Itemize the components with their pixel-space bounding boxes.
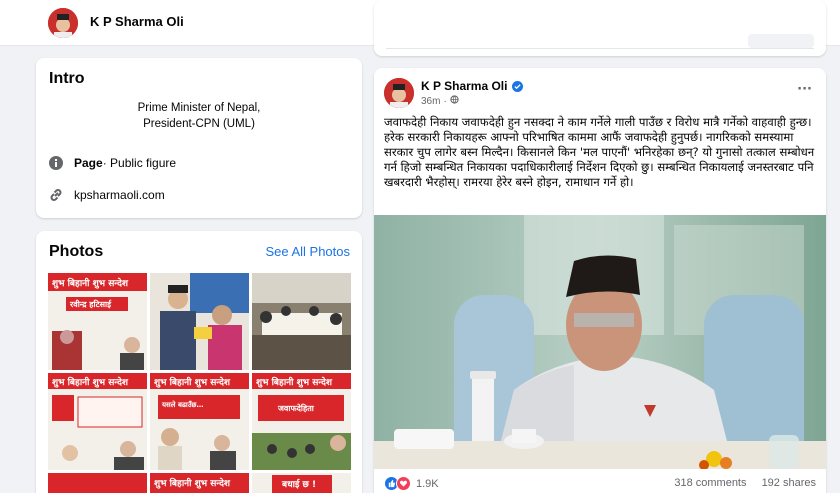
poster-banner: शुभ बिहानी शुभ सन्देश <box>52 378 128 388</box>
post-body: जवाफदेही निकाय जवाफदेही हुन नसक्दा ने का… <box>384 115 816 190</box>
author-name[interactable]: K P Sharma Oli <box>421 79 524 93</box>
photo-thumbnail[interactable]: शुभ बिहानी शुभ सन्देश जवाफदेहिता <box>252 373 351 470</box>
page-name[interactable]: K P Sharma Oli <box>90 14 184 29</box>
separator: · <box>443 95 447 107</box>
photos-title: Photos <box>49 243 104 260</box>
poster-banner: शुभ बिहानी शुभ सन्देश <box>154 479 230 489</box>
page-avatar[interactable] <box>48 8 78 38</box>
author-avatar[interactable] <box>384 78 414 108</box>
reaction-count[interactable]: 1.9K <box>416 478 439 490</box>
engagement-stats: 318 comments 192 shares <box>674 477 816 489</box>
bio-line-2: President-CPN (UML) <box>143 118 255 130</box>
photo-thumbnail[interactable] <box>150 273 249 370</box>
photo-thumbnail[interactable] <box>252 273 351 370</box>
post-options-button[interactable]: ··· <box>797 82 812 97</box>
poster-banner: शुभ बिहानी शुभ सन्देश <box>52 279 128 289</box>
reactions-summary[interactable]: 1.9K <box>384 476 439 491</box>
bio: Prime Minister of Nepal, President-CPN (… <box>36 100 362 132</box>
photos-card: Photos See All Photos शुभ बिहानी शुभ सन्… <box>36 231 362 493</box>
post-video[interactable] <box>374 215 826 469</box>
photo-thumbnail[interactable] <box>48 473 147 493</box>
photo-thumbnail[interactable]: शुभ बिहानी शुभ सन्देश <box>150 473 249 493</box>
website-row[interactable]: kpsharmaoli.com <box>48 186 165 204</box>
photo-thumbnail[interactable]: शुभ बिहानी शुभ सन्देश <box>48 373 147 470</box>
verified-badge-icon <box>512 80 524 92</box>
bio-line-1: Prime Minister of Nepal, <box>137 102 261 114</box>
intro-card: Intro Prime Minister of Nepal, President… <box>36 58 362 218</box>
poster-text: जवाफदेहिता <box>278 404 314 413</box>
photo-thumbnail[interactable]: शुभ बिहानी शुभ सन्देश यसले बढाउँछ… <box>150 373 249 470</box>
comments-count[interactable]: 318 comments <box>674 477 746 489</box>
poster-banner: शुभ बिहानी शुभ सन्देश <box>154 378 230 388</box>
previous-post-action[interactable] <box>748 34 814 48</box>
globe-icon <box>450 95 459 107</box>
poster-banner: शुभ बिहानी शुभ सन्देश <box>256 378 332 388</box>
category-value: · Public figure <box>102 156 177 170</box>
author-name-text[interactable]: K P Sharma Oli <box>421 79 507 93</box>
poster-text: रवीन्द्र हटिसाई <box>70 300 112 309</box>
website-link[interactable]: kpsharmaoli.com <box>74 188 165 202</box>
post-paragraph-2: हरेक सरकारी निकायहरू आफ्नो परिभाषित कामम… <box>384 130 815 189</box>
post-paragraph-1: जवाफदेही निकाय जवाफदेही हुन नसक्दा ने का… <box>384 115 812 129</box>
divider <box>386 48 814 49</box>
category-row: Page · Public figure <box>48 154 176 172</box>
photo-thumbnail[interactable]: शुभ बिहानी शुभ सन्देश रवीन्द्र हटिसाई <box>48 273 147 370</box>
post-card: K P Sharma Oli 36m · ··· जवाफदेही निकाय … <box>374 68 826 493</box>
post-time-text[interactable]: 36m <box>421 96 440 107</box>
love-reaction-icon <box>396 476 411 491</box>
photo-thumbnail[interactable]: बधाई छ ! <box>252 473 351 493</box>
see-all-photos-link[interactable]: See All Photos <box>265 244 350 259</box>
shares-count[interactable]: 192 shares <box>762 477 816 489</box>
intro-title: Intro <box>49 70 85 87</box>
post-timestamp[interactable]: 36m · <box>421 95 459 107</box>
link-icon <box>48 187 64 203</box>
category-label: Page <box>74 156 103 170</box>
info-icon <box>48 155 64 171</box>
poster-text: बधाई छ ! <box>282 480 317 490</box>
poster-text: यसले बढाउँछ… <box>162 401 204 409</box>
